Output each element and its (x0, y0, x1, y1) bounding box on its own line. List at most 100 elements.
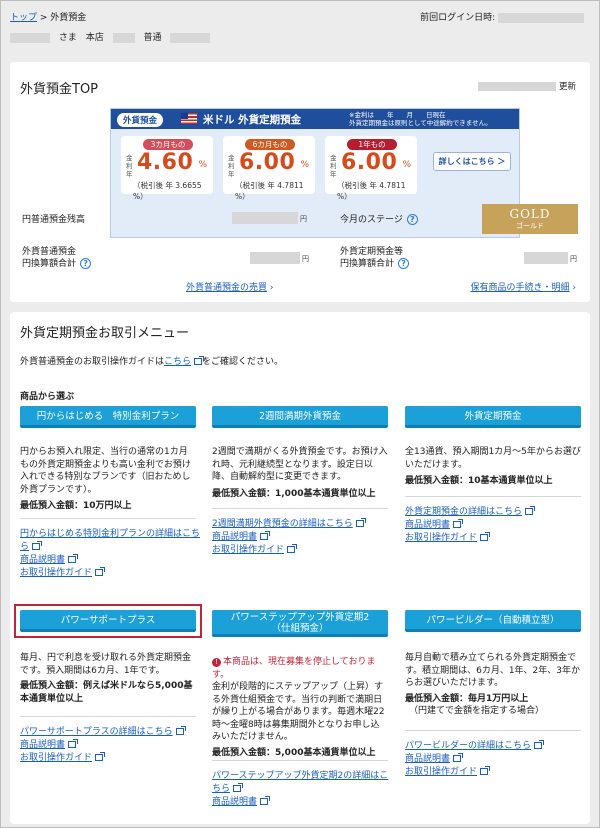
rate-year-label: 金利年 (126, 154, 133, 178)
rate-value: 4.60 (137, 150, 194, 175)
external-link-icon (525, 506, 536, 515)
fxfixed-label-line1: 外貨定期預金等 (340, 247, 404, 257)
min-amount: 最低預入金額：10基本通貨単位以上 (405, 476, 553, 486)
divider (20, 716, 196, 717)
breadcrumb-current: 外貨預金 (50, 13, 87, 23)
manual-link[interactable]: 商品説明書 (405, 754, 450, 764)
gold-ja: ゴールド (516, 222, 544, 230)
external-link-icon (95, 567, 106, 576)
product-button-power-support-plus[interactable]: パワーサポートプラス (20, 610, 196, 632)
fx-top-card: 外貨預金TOP 更新 外貨預金 米ドル 外貨定期預金 ※金利は 年 月 日現在 … (10, 62, 590, 302)
fxfixed-help-icon[interactable]: ? (398, 258, 410, 269)
product-button-special-rate[interactable]: 円からはじめる 特別金利プラン (20, 406, 196, 428)
guide-link[interactable]: こちら (164, 357, 191, 367)
banner-detail-button[interactable]: 詳しくはこちら ＞ (433, 152, 511, 171)
breadcrumb-top-link[interactable]: トップ (10, 13, 37, 23)
guide-link[interactable]: お取引操作ガイド (212, 545, 284, 555)
account-type: 普通 (143, 33, 162, 43)
product-button-power-stepup[interactable]: パワーステップアップ外貨定期2 （仕組預金） (212, 610, 388, 637)
yen-balance-value: 円 (232, 212, 307, 224)
external-link-icon (260, 796, 271, 805)
last-login: 前回ログイン日時: (420, 10, 584, 23)
external-link-icon (355, 518, 366, 527)
min-amount: 最低預入金額：5,000基本通貨単位以上 (212, 747, 376, 758)
product-button-power-builder[interactable]: パワービルダー（自動積立型） (405, 610, 581, 632)
external-link-icon (534, 740, 545, 749)
guide-link[interactable]: お取引操作ガイド (20, 568, 92, 578)
top-bar: トップ > 外貨預金 前回ログイン日時: (10, 10, 590, 23)
external-link-icon (453, 519, 464, 528)
product-button-fx-fixed[interactable]: 外貨定期預金 (405, 406, 581, 428)
external-link-icon (68, 554, 79, 563)
fx-total-label-line2: 円換算額合計 (22, 259, 77, 269)
detail-link[interactable]: 2週間満期外貨預金の詳細はこちら (212, 519, 353, 529)
rate-year-label: 金利年 (228, 154, 235, 178)
fx-menu-card: 外貨定期預金お取引メニュー 外貨普通預金のお取引操作ガイドはこちら をご確認くださ… (10, 312, 590, 824)
updated-label: 更新 (558, 82, 576, 92)
divider (405, 730, 581, 731)
product-desc-power-stepup: ! 本商品は、現在募集を停止しております。 金利が段階的にステップアップ（上昇）す… (212, 656, 388, 759)
fx-trade-link[interactable]: 外貨普通預金の売買 (186, 283, 267, 293)
product-links-power-support-plus: パワーサポートプラスの詳細はこちら 商品説明書 お取引操作ガイド (20, 726, 200, 765)
detail-link[interactable]: パワーサポートプラスの詳細はこちら (20, 727, 173, 737)
banner-note-line1: ※金利は 年 月 日現在 (349, 111, 446, 119)
detail-link[interactable]: パワービルダーの詳細はこちら (405, 741, 531, 751)
guide-link[interactable]: お取引操作ガイド (405, 767, 477, 777)
product-desc-power-support-plus: 毎月、円で利息を受け取れる外貨定期預金です。預入期間は6カ月、1年です。 最低預… (20, 652, 196, 705)
fx-total-unit: 円 (302, 254, 309, 263)
guide-suffix: をご確認ください。 (202, 357, 284, 367)
last-login-value-masked (498, 12, 584, 23)
updated-time-masked (478, 82, 557, 91)
manual-link[interactable]: 商品説明書 (212, 797, 257, 807)
last-login-label: 前回ログイン日時: (420, 13, 496, 23)
manual-link[interactable]: 商品説明書 (20, 740, 65, 750)
product-button-2week[interactable]: 2週間満期外貨預金 (212, 406, 388, 428)
fx-total-help-icon[interactable]: ? (80, 258, 92, 269)
desc-text: 毎月自動で積み立てられる外貨定期預金です。積立期間は、6カ月、1年、2年、3年か… (405, 653, 581, 688)
manual-link[interactable]: 商品説明書 (20, 555, 65, 565)
stage-help-icon[interactable]: ? (406, 214, 418, 225)
yen-balance-masked (232, 212, 298, 224)
external-link-icon (68, 739, 79, 748)
breadcrumb: トップ > 外貨預金 (10, 10, 86, 23)
yen-unit: 円 (300, 214, 307, 223)
select-label: 商品から選ぶ (20, 392, 75, 402)
account-number-masked (170, 32, 211, 43)
manual-link[interactable]: 商品説明書 (405, 520, 450, 530)
held-products-link[interactable]: 保有商品の手続き・明細 (471, 283, 570, 293)
suspension-notice: 本商品は、現在募集を停止しております。 (212, 657, 376, 680)
guide-link[interactable]: お取引操作ガイド (405, 533, 477, 543)
external-link-icon (480, 532, 491, 541)
rate-banner[interactable]: 外貨預金 米ドル 外貨定期預金 ※金利は 年 月 日現在 外貨定期預金は原則とし… (110, 108, 520, 238)
product-desc-fx-fixed: 全13通貨、預入期間1カ月～5年からお選びいただけます。 最低預入金額：10基本… (405, 446, 581, 488)
external-link-icon (233, 783, 244, 792)
fxfixed-label-line2: 円換算額合計 (340, 259, 395, 269)
guide-prefix: 外貨普通預金のお取引操作ガイドは (20, 357, 165, 367)
desc-text: 全13通貨、預入期間1カ月～5年からお選びいただけます。 (405, 447, 581, 470)
product-desc-power-builder: 毎月自動で積み立てられる外貨定期預金です。積立期間は、6カ月、1年、2年、3年か… (405, 652, 581, 718)
stage-label: 今月のステージ (340, 215, 403, 225)
fx-total-masked (250, 252, 300, 264)
rate-after-tax: （税引後 年 4.7811 %） (337, 181, 406, 201)
product-links-special-rate: 円からはじめる特別金利プランの詳細はこちら 商品説明書 お取引操作ガイド (20, 528, 200, 580)
product-desc-special-rate: 円からお預入れ限定、当行の通常の1カ月もの外貨定期預金よりも高い金利でお預け入れ… (20, 446, 196, 513)
product-links-fx-fixed: 外貨定期預金の詳細はこちら 商品説明書 お取引操作ガイド (405, 506, 585, 545)
detail-link[interactable]: 外貨定期預金の詳細はこちら (405, 507, 522, 517)
guide-link[interactable]: お取引操作ガイド (20, 753, 92, 763)
divider (212, 508, 388, 509)
manual-link[interactable]: 商品説明書 (212, 532, 257, 542)
external-link-icon (287, 544, 298, 553)
min-amount: 最低預入金額：10万円以上 (20, 501, 132, 511)
fx-total-value: 円 (250, 252, 309, 264)
stage-gold-badge: GOLD ゴールド (482, 204, 578, 234)
yen-balance-label: 円普通預金残高 (22, 215, 86, 225)
button-line2: （仕組預金） (271, 623, 329, 634)
desc-text: 2週間で満期がくる外貨預金です。お預け入れ時、元利継続型となります。設定日以降、… (212, 447, 388, 482)
branch-code-masked (112, 32, 135, 43)
product-links-power-builder: パワービルダーの詳細はこちら 商品説明書 お取引操作ガイド (405, 740, 585, 779)
divider (20, 518, 196, 519)
detail-link[interactable]: 円からはじめる特別金利プランの詳細はこちら (20, 529, 200, 552)
fxfixed-total-value: 円 (524, 252, 577, 264)
user-honorific: さま (58, 33, 77, 43)
banner-note: ※金利は 年 月 日現在 外貨定期預金は原則として中途解約できません。 (349, 111, 492, 127)
